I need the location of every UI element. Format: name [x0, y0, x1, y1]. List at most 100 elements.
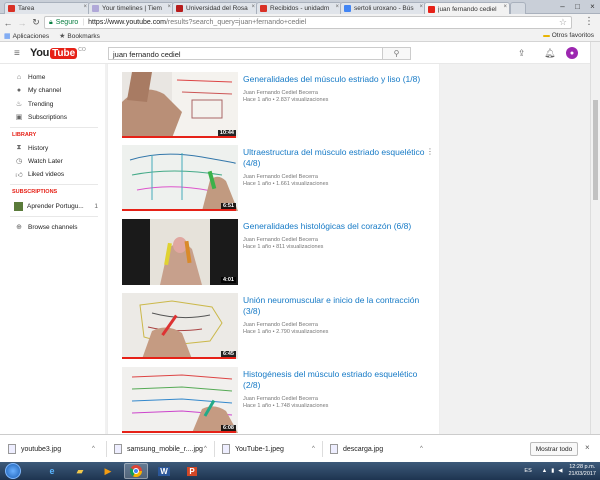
- bookmark-apps[interactable]: ▦ Aplicaciones: [4, 32, 49, 41]
- video-result[interactable]: 4:01 Generalidades histológicas del cora…: [122, 219, 432, 287]
- taskbar-ie-icon[interactable]: e: [40, 463, 64, 479]
- clock-date: 21/03/2017: [568, 471, 596, 477]
- search-button[interactable]: ⚲: [383, 47, 411, 60]
- video-channel[interactable]: Juan Fernando Cediel Becerra: [243, 90, 318, 96]
- forward-icon[interactable]: →: [16, 16, 28, 30]
- thumbs-up-icon: 👍︎: [15, 172, 23, 179]
- download-item[interactable]: YouTube-1.jpeg ^: [222, 440, 318, 458]
- browser-tab[interactable]: sertoli uroxano - Bús ×: [340, 2, 426, 14]
- clock-time: 12:28 p.m.: [569, 464, 596, 470]
- taskbar-media-icon[interactable]: ▶: [96, 463, 120, 479]
- taskbar-chrome-icon[interactable]: [124, 463, 148, 479]
- back-icon[interactable]: ←: [2, 16, 14, 30]
- sidebar-item-watch-later[interactable]: ◷ Watch Later: [14, 157, 63, 166]
- video-channel[interactable]: Juan Fernando Cediel Becerra: [243, 174, 318, 180]
- browser-menu-icon[interactable]: ⋮: [584, 16, 594, 27]
- bookmark-star-icon[interactable]: ☆: [559, 17, 567, 28]
- other-bookmarks[interactable]: ▬ Otros favoritos: [543, 32, 594, 39]
- sidebar-item-my-channel[interactable]: ● My channel: [14, 87, 61, 94]
- hamburger-menu-icon[interactable]: ≡: [14, 48, 20, 59]
- show-all-downloads-button[interactable]: Mostrar todo: [530, 442, 578, 456]
- home-icon: ⌂: [16, 74, 22, 81]
- sidebar-item-browse-channels[interactable]: ⊕ Browse channels: [14, 223, 77, 232]
- browser-tab[interactable]: Tarea ×: [4, 2, 90, 14]
- sidebar-item-liked-videos[interactable]: 👍︎ Liked videos: [14, 170, 64, 179]
- start-button[interactable]: [5, 463, 21, 479]
- bookmarks-bar: ▦ Aplicaciones ★ Bookmarks ▬ Otros favorito…: [0, 31, 600, 42]
- video-result[interactable]: 6:08 Histogénesis del músculo estriado e…: [122, 367, 432, 435]
- chevron-up-icon[interactable]: ^: [420, 446, 423, 452]
- upload-icon[interactable]: ⇪: [518, 48, 526, 59]
- bookmark-label: Bookmarks: [67, 32, 100, 40]
- reload-icon[interactable]: ↻: [30, 16, 42, 30]
- close-tab-icon[interactable]: ×: [335, 4, 339, 10]
- video-title[interactable]: Ultraestructura del músculo estriado esq…: [243, 147, 433, 169]
- chevron-up-icon[interactable]: ^: [312, 446, 315, 452]
- chevron-up-icon[interactable]: ^: [204, 446, 207, 452]
- network-icon[interactable]: ▮: [551, 468, 554, 474]
- notifications-bell-icon[interactable]: 🔔︎: [544, 48, 555, 59]
- avatar[interactable]: ●: [566, 47, 578, 59]
- youtube-logo[interactable]: You Tube CO: [30, 47, 86, 59]
- download-filename: YouTube-1.jpeg: [235, 445, 284, 453]
- scrollbar-thumb[interactable]: [593, 100, 598, 200]
- new-tab-button[interactable]: [510, 2, 526, 14]
- minimize-icon[interactable]: –: [555, 0, 570, 12]
- download-item[interactable]: samsung_mobile_r....jpg ^: [114, 440, 210, 458]
- volume-icon[interactable]: ◀: [558, 468, 562, 474]
- sidebar-item-subscriptions[interactable]: ▣ Subscriptions: [14, 113, 67, 122]
- bookmark-bookmarks[interactable]: ★ Bookmarks: [59, 32, 100, 41]
- browser-tab[interactable]: Recibidos - unidadm ×: [256, 2, 342, 14]
- close-tab-icon[interactable]: ×: [419, 4, 423, 10]
- chevron-up-icon[interactable]: ^: [92, 446, 95, 452]
- taskbar-explorer-icon[interactable]: ▰: [68, 463, 92, 479]
- download-item[interactable]: descarga.jpg ^: [330, 440, 426, 458]
- tray-arrow-icon[interactable]: ▲: [542, 468, 547, 474]
- sidebar-item-home[interactable]: ⌂ Home: [14, 74, 45, 81]
- close-tab-icon[interactable]: ×: [251, 4, 255, 10]
- address-bar[interactable]: 🔒︎ Seguro | https://www.youtube.com/resu…: [44, 16, 572, 29]
- close-tab-icon[interactable]: ×: [167, 4, 171, 10]
- video-thumbnail[interactable]: 10:44: [122, 72, 238, 138]
- youtube-header: ≡ You Tube CO juan fernando cediel ⚲ ⇪ 🔔…: [0, 42, 600, 64]
- browser-toolbar: ← → ↻ 🔒︎ Seguro | https://www.youtube.co…: [0, 14, 600, 31]
- page-scrollbar[interactable]: [590, 42, 600, 434]
- tab-label: Universidad del Rosa: [186, 5, 248, 12]
- close-shelf-icon[interactable]: ×: [585, 443, 590, 452]
- video-thumbnail[interactable]: 6:45: [122, 293, 238, 359]
- thumbnail-image: [122, 145, 238, 211]
- video-title[interactable]: Generalidades del músculo estriado y lis…: [243, 74, 433, 85]
- video-result[interactable]: 6:45 Unión neuromuscular e inicio de la …: [122, 293, 432, 361]
- sidebar-item-trending[interactable]: ♨ Trending: [14, 100, 54, 109]
- browser-tab[interactable]: Universidad del Rosa ×: [172, 2, 258, 14]
- sidebar-item-history[interactable]: ⧗ History: [14, 144, 49, 152]
- maximize-icon[interactable]: □: [570, 0, 585, 12]
- browser-tab[interactable]: Your timelines | Tiem ×: [88, 2, 174, 14]
- close-tab-icon[interactable]: ×: [503, 4, 507, 10]
- language-indicator[interactable]: ES: [524, 468, 531, 474]
- tab-label: sertoli uroxano - Bús: [354, 5, 414, 12]
- video-channel[interactable]: Juan Fernando Cediel Becerra: [243, 322, 318, 328]
- clock[interactable]: 12:28 p.m. 21/03/2017: [568, 464, 596, 478]
- video-result[interactable]: 10:44 Generalidades del músculo estriado…: [122, 72, 432, 140]
- taskbar-word-icon[interactable]: W: [152, 463, 176, 479]
- video-result[interactable]: 6:51 Ultraestructura del músculo estriad…: [122, 145, 432, 213]
- video-thumbnail[interactable]: 4:01: [122, 219, 238, 285]
- more-actions-icon[interactable]: ⋮: [426, 147, 434, 156]
- video-title[interactable]: Histogénesis del músculo estriado esquel…: [243, 369, 433, 391]
- close-window-icon[interactable]: ×: [585, 0, 600, 12]
- taskbar-powerpoint-icon[interactable]: P: [180, 463, 204, 479]
- video-meta: Hace 1 año • 811 visualizaciones: [243, 244, 324, 250]
- video-title[interactable]: Generalidades histológicas del corazón (…: [243, 221, 433, 232]
- url-separator: |: [82, 19, 85, 26]
- search-input[interactable]: juan fernando cediel: [108, 47, 383, 60]
- sidebar-item-subscription-channel[interactable]: Aprender Portugu... 1: [14, 202, 98, 211]
- close-tab-icon[interactable]: ×: [83, 4, 87, 10]
- video-thumbnail[interactable]: 6:08: [122, 367, 238, 433]
- download-item[interactable]: youtube3.jpg ^: [8, 440, 100, 458]
- video-channel[interactable]: Juan Fernando Cediel Becerra: [243, 396, 318, 402]
- video-channel[interactable]: Juan Fernando Cediel Becerra: [243, 237, 318, 243]
- video-thumbnail[interactable]: 6:51: [122, 145, 238, 211]
- video-title[interactable]: Unión neuromuscular e inicio de la contr…: [243, 295, 433, 317]
- video-duration: 4:01: [220, 277, 236, 283]
